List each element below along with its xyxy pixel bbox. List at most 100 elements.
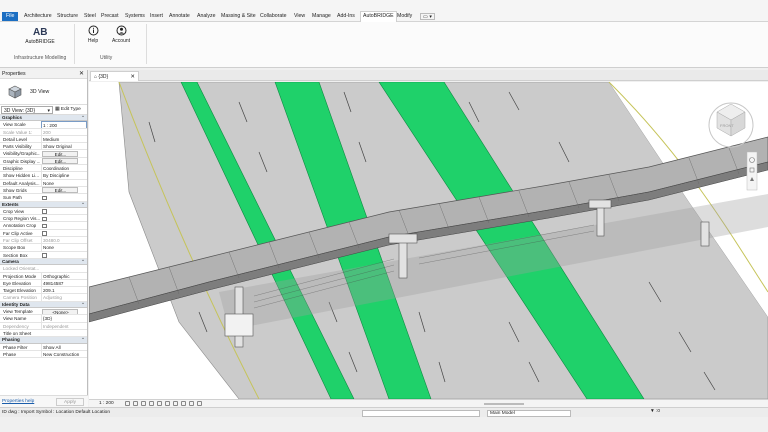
3d-view-canvas[interactable]: FRONT [89,82,768,399]
panel-label-utility: Utility [100,55,113,61]
property-row: Show Hidden Li... By Discipline [0,172,87,180]
property-row: Scope Box None [0,244,87,252]
type-selector[interactable]: 3D View [0,79,87,105]
tab-massing-site[interactable]: Massing & Site [219,12,258,21]
crop-view-icon[interactable] [157,401,162,406]
account-label: Account [111,38,131,44]
property-value[interactable]: By Discipline [41,172,87,179]
property-row: Camera Position Adjusting [0,294,87,302]
account-button[interactable]: Account [108,25,134,44]
property-checkbox[interactable] [42,253,47,258]
tab-add-ins[interactable]: Add-Ins [335,12,357,21]
lock-icon[interactable] [173,401,178,406]
help-label: Help [87,38,99,44]
navigation-bar[interactable] [746,151,758,191]
selection-filters[interactable]: ▼ :0 [650,409,660,414]
tab-precast[interactable]: Precast [99,12,121,21]
property-value[interactable]: Show All [41,343,87,350]
apply-button[interactable]: Apply [56,398,84,406]
sun-path-icon[interactable] [141,401,146,406]
ribbon-tab-bar: File Architecture Structure Steel Precas… [0,0,768,22]
edit-type-label: Edit Type [60,107,81,112]
shadows-icon[interactable] [149,401,154,406]
property-name: Sun Path [3,195,22,201]
property-value[interactable]: Show Original [41,143,87,150]
property-row: Locked Orientat... [0,265,87,273]
property-checkbox[interactable] [42,195,47,201]
property-name: Title on Sheet [3,330,32,336]
tab-file[interactable]: File [2,12,19,21]
view-selector-dropdown[interactable]: 3D View: {3D} ▾ [1,106,53,114]
property-edit-button[interactable]: <None> [42,308,78,315]
viewcube-face-label: FRONT [720,123,734,128]
property-value[interactable]: None [41,244,87,251]
properties-help-link[interactable]: Properties help [2,399,34,404]
tab-modify[interactable]: Modify [395,12,414,21]
property-row: Crop View [0,208,87,216]
property-value[interactable]: {3D} [41,315,87,322]
model-label: Main Model [490,411,515,416]
property-name: Crop Region Vis... [3,216,40,222]
ribbon-options-dropdown[interactable]: ▭ ▾ [420,13,435,20]
section-title: Phasing [2,337,20,343]
property-value[interactable]: Orthographic [41,272,87,279]
property-edit-button[interactable]: Edit... [42,150,78,157]
visual-style-icon[interactable] [133,401,138,406]
autobridge-button[interactable]: AB AutoBRIDGE [24,25,56,45]
tab-insert[interactable]: Insert [148,12,165,21]
status-message: ID dwg : Import Symbol : Location Defaul… [2,410,110,415]
property-name: Locked Orientat... [3,266,40,272]
account-icon [116,25,126,36]
show-crop-icon[interactable] [165,401,170,406]
property-edit-button[interactable]: Edit... [42,158,78,165]
tab-manage[interactable]: Manage [310,12,333,21]
view-scale-label[interactable]: 1 : 200 [99,401,114,406]
tab-systems[interactable]: Systems [123,12,147,21]
close-icon[interactable]: ✕ [130,72,135,82]
tab-autobridge[interactable]: AutoBRIDGE [360,11,397,22]
property-edit-button[interactable]: Edit... [42,187,78,194]
design-option-dropdown[interactable]: Main Model [487,409,571,417]
tab-structure[interactable]: Structure [55,12,80,21]
property-value[interactable]: 1 : 200 [41,121,87,128]
tab-collaborate[interactable]: Collaborate [258,12,289,21]
tab-architecture[interactable]: Architecture [22,12,54,21]
section-title: Camera [2,258,19,264]
reveal-hidden-icon[interactable] [189,401,194,406]
section-title: Extents [2,201,19,207]
detail-level-icon[interactable] [125,401,130,406]
property-name: Parts Visibility [3,144,32,150]
property-name: Far Clip Active [3,230,33,236]
property-checkbox[interactable] [42,231,47,236]
close-icon[interactable]: ✕ [79,70,84,79]
tab-view[interactable]: View [292,12,307,21]
property-checkbox[interactable] [42,209,47,214]
property-name: Show Hidden Li... [3,173,40,179]
edit-type-button[interactable]: ▦ Edit Type [55,106,87,114]
chevron-down-icon: ▾ [47,108,50,114]
tab-steel[interactable]: Steel [82,12,98,21]
property-row: Annotation Crop [0,222,87,230]
properties-grid: Graphics ⌃ View Scale 1 : 200 Scale Value 1:… [0,115,87,359]
help-button[interactable]: Help [84,25,102,44]
workset-dropdown[interactable] [362,409,480,417]
horizontal-scrollbar[interactable] [484,403,524,405]
temporary-hide-icon[interactable] [181,401,186,406]
property-row: Scale Value 1: 200 [0,128,87,136]
tab-analyze[interactable]: Analyze [195,12,217,21]
panel-label-infrastructure: Infrastructure Modelling [14,55,67,61]
property-row: Title on Sheet [0,330,87,338]
property-value[interactable]: 209.1 [41,287,87,294]
property-value[interactable]: 49814587 [41,279,87,287]
autobridge-logo-icon: AB [33,27,47,38]
property-value[interactable]: None [41,179,87,186]
property-value[interactable]: New Construction [41,350,87,358]
view-instance-row: 3D View: {3D} ▾ ▦ Edit Type [0,105,87,115]
worksharing-icon[interactable] [197,401,202,406]
property-checkbox[interactable] [42,223,47,229]
tab-3d-view[interactable]: ⌂ {3D} ✕ [90,71,139,81]
tab-annotate[interactable]: Annotate [167,12,192,21]
property-checkbox[interactable] [42,216,47,222]
property-value[interactable]: Medium [41,135,87,143]
property-value[interactable]: Coordination [41,165,87,172]
